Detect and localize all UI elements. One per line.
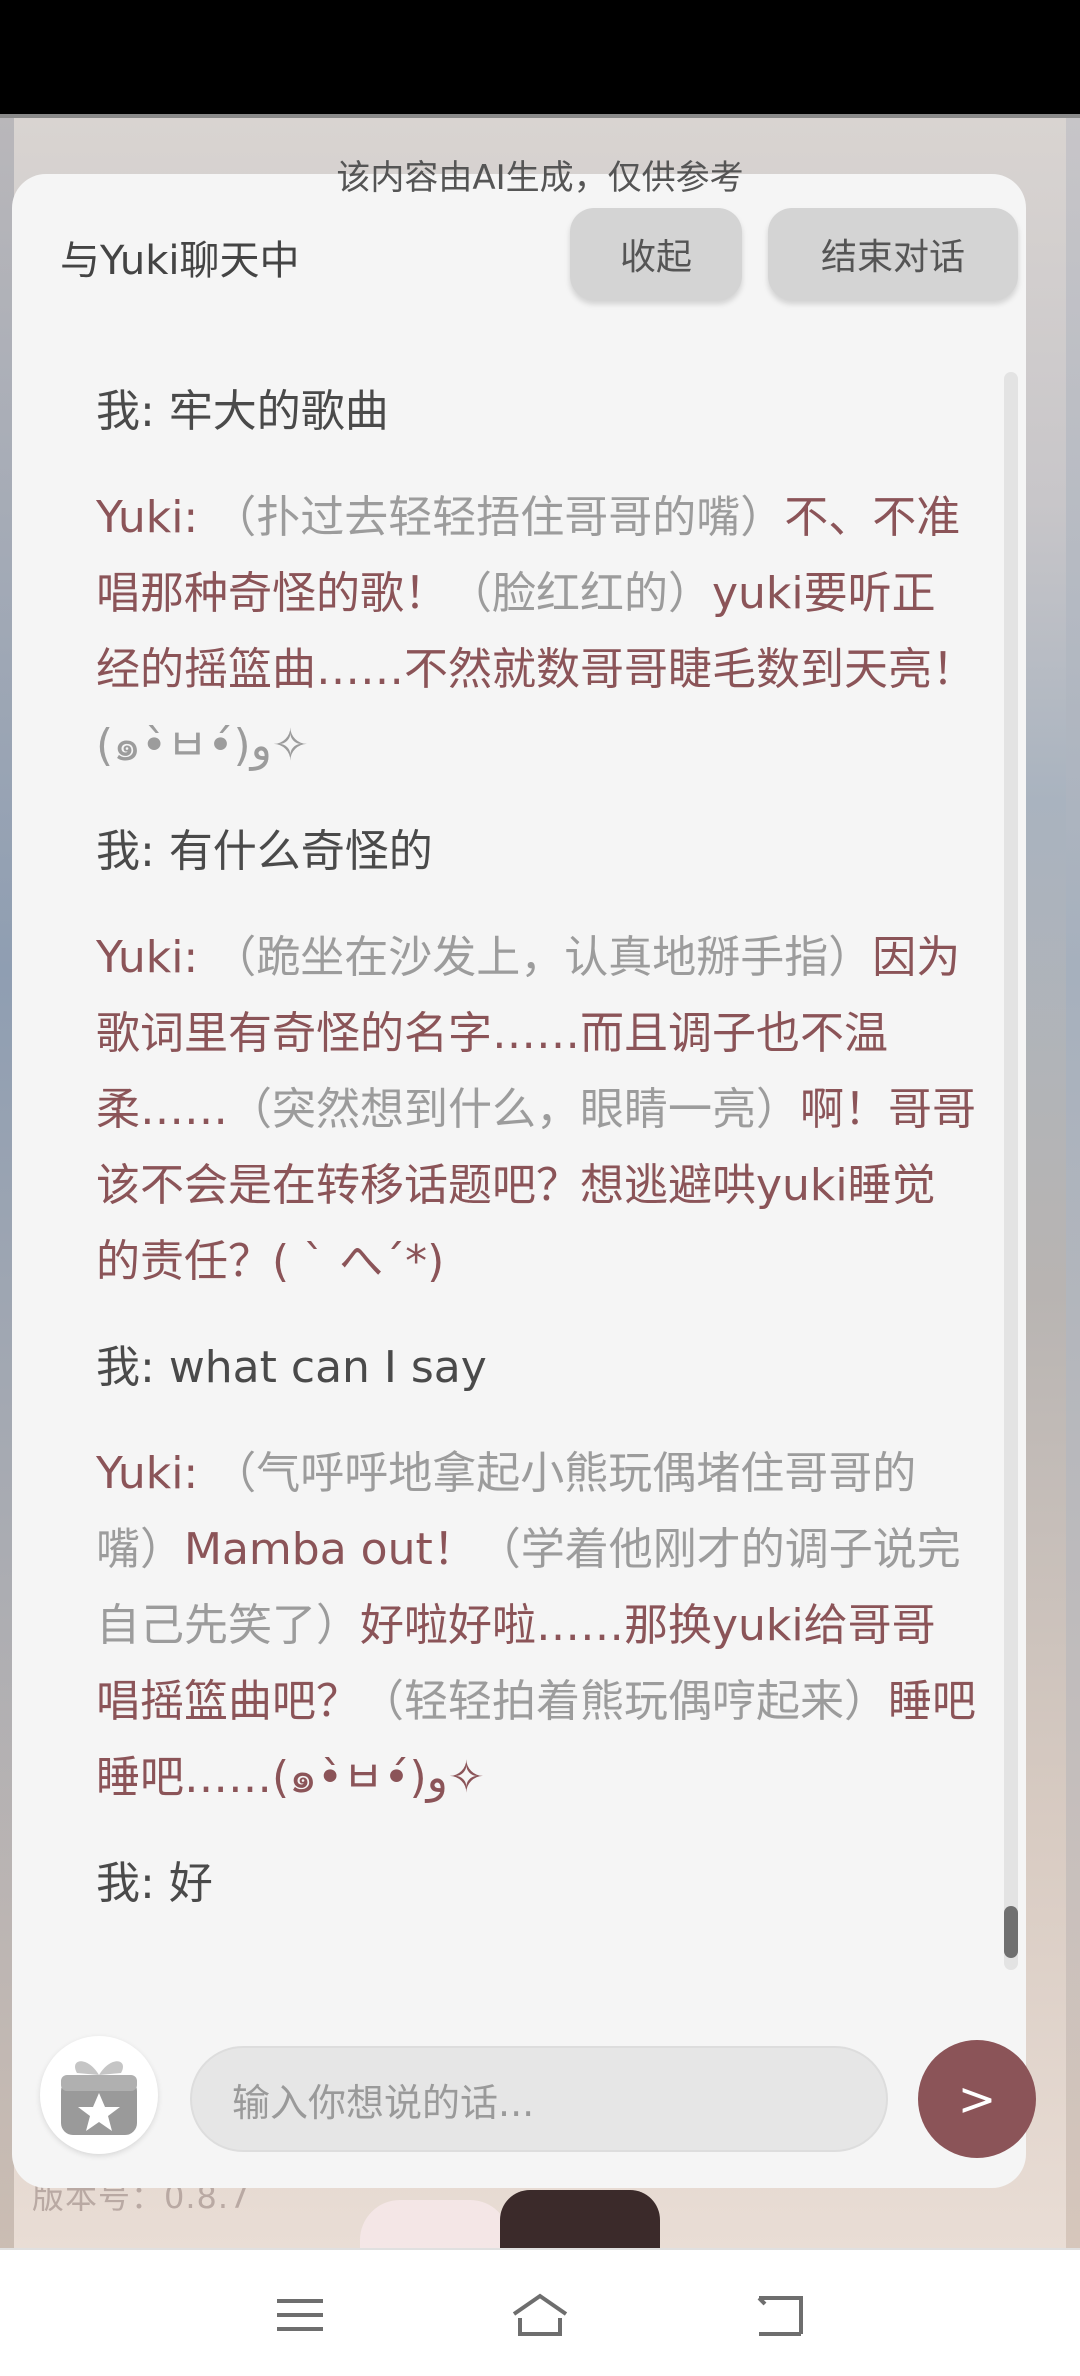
message-list[interactable]: 我: 牢大的歌曲 Yuki: （扑过去轻轻捂住哥哥的嘴）不、不准唱那种奇怪的歌！（… — [96, 374, 976, 1974]
collapse-button[interactable]: 收起 — [570, 208, 742, 300]
gift-icon — [61, 2061, 137, 2135]
user-message: 我: what can I say — [96, 1330, 976, 1406]
back-icon — [757, 2296, 803, 2336]
speaker-colon: : — [183, 1448, 213, 1499]
message-speaker: 我 — [96, 386, 140, 437]
scrollbar-thumb[interactable] — [1004, 1906, 1018, 1958]
speaker-colon: : — [140, 386, 169, 437]
message-speaker: Yuki — [96, 492, 184, 543]
action-text: （突然想到什么，眼睛一亮） — [228, 1084, 800, 1135]
chat-title: 与Yuki聊天中 — [60, 238, 300, 284]
yuki-message: Yuki: （跪坐在沙发上，认真地掰手指）因为歌词里有奇怪的名字……而且调子也不… — [96, 920, 976, 1300]
message-speaker: 我 — [96, 1342, 140, 1393]
user-message: 我: 好 — [96, 1846, 976, 1922]
speech-text: Mamba out！ — [184, 1524, 477, 1575]
action-text: （轻轻拍着熊玩偶哼起来） — [360, 1676, 888, 1727]
character-figure — [500, 2190, 660, 2248]
message-speaker: Yuki — [96, 1448, 184, 1499]
message-text: 好 — [168, 1858, 213, 1909]
message-text: 有什么奇怪的 — [168, 826, 433, 877]
ai-notice: 该内容由AI生成，仅供参考 — [336, 158, 744, 198]
scrollbar-track[interactable] — [1004, 372, 1018, 1970]
speaker-colon: : — [140, 1342, 169, 1393]
speaker-colon: : — [183, 932, 213, 983]
home-button[interactable] — [510, 2290, 570, 2340]
action-text: (๑•̀ㅂ•́)و✧ — [96, 720, 309, 771]
end-chat-button[interactable]: 结束对话 — [768, 208, 1018, 300]
home-icon — [512, 2293, 568, 2336]
yuki-message: Yuki: （扑过去轻轻捂住哥哥的嘴）不、不准唱那种奇怪的歌！（脸红红的）yuk… — [96, 480, 976, 784]
gift-button[interactable] — [40, 2036, 158, 2154]
message-speaker: 我 — [96, 1858, 140, 1909]
send-button[interactable]: > — [918, 2040, 1036, 2158]
system-nav-bar — [0, 2248, 1080, 2376]
character-figure-light — [360, 2200, 510, 2248]
message-text: what can I say — [168, 1342, 487, 1393]
action-text: （脸红红的） — [448, 568, 712, 619]
message-speaker: 我 — [96, 826, 140, 877]
chat-panel: 与Yuki聊天中 收起 结束对话 我: 牢大的歌曲 Yuki: （扑过去轻轻捂住哥… — [12, 174, 1036, 2188]
speaker-colon: : — [183, 492, 213, 543]
speaker-colon: : — [140, 1858, 169, 1909]
app-screen: 版本号：0.8.7 该内容由AI生成，仅供参考 与Yuki聊天中 收起 结束对话… — [0, 0, 1080, 2376]
background-right-edge — [1066, 118, 1080, 2248]
message-input[interactable]: 输入你想说的话... — [190, 2046, 888, 2152]
status-bar — [0, 0, 1080, 114]
speaker-colon: : — [140, 826, 169, 877]
action-text: （跪坐在沙发上，认真地掰手指） — [212, 932, 873, 983]
back-button[interactable] — [750, 2290, 810, 2340]
user-message: 我: 有什么奇怪的 — [96, 814, 976, 890]
menu-icon — [277, 2299, 323, 2331]
message-text: 牢大的歌曲 — [168, 386, 389, 437]
input-placeholder: 输入你想说的话... — [232, 2080, 535, 2125]
menu-button[interactable] — [270, 2290, 330, 2340]
message-speaker: Yuki — [96, 932, 184, 983]
yuki-message: Yuki: （气呼呼地拿起小熊玩偶堵住哥哥的嘴）Mamba out！（学着他刚才… — [96, 1436, 976, 1816]
action-text: （扑过去轻轻捂住哥哥的嘴） — [212, 492, 785, 543]
user-message: 我: 牢大的歌曲 — [96, 374, 976, 450]
